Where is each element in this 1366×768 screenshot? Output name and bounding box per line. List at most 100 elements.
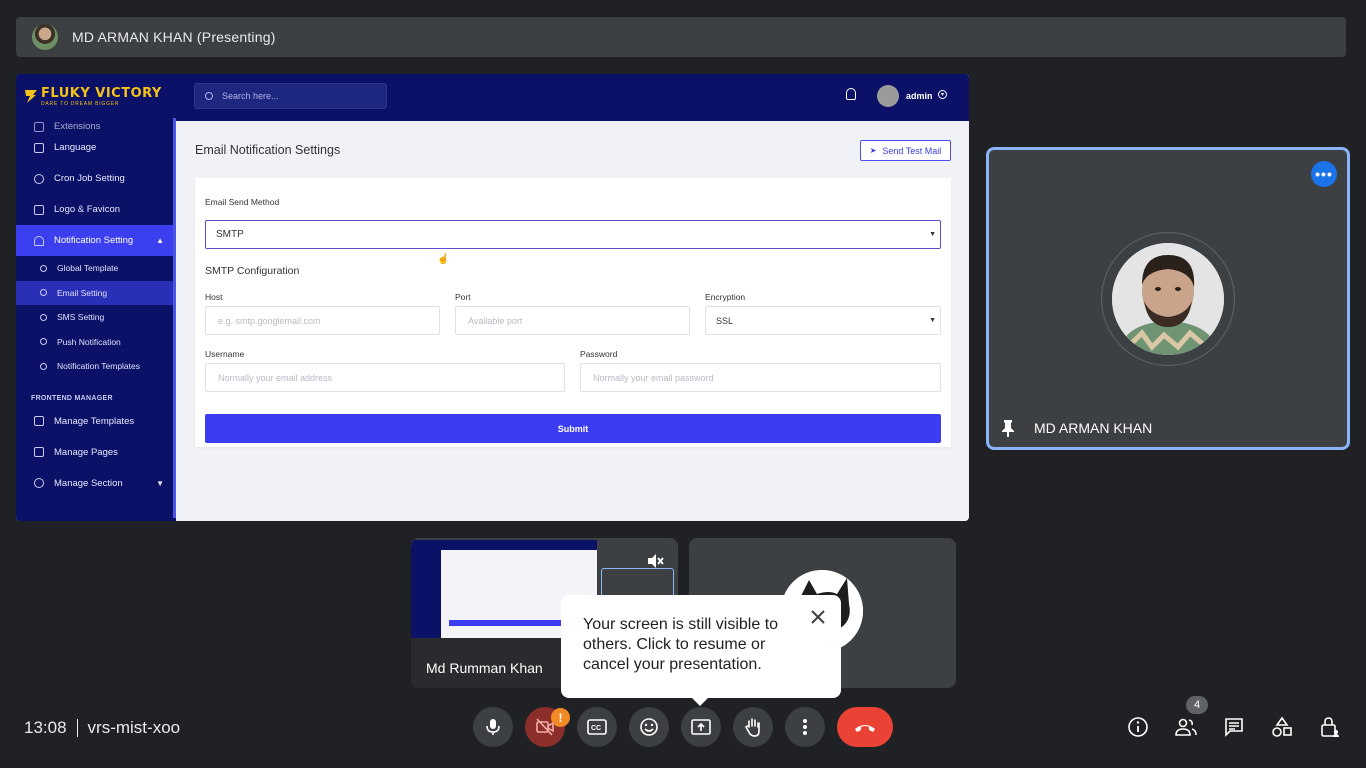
chat-button[interactable]	[1222, 715, 1246, 739]
sidebar-subitem-label: SMS Setting	[57, 312, 105, 323]
info-icon	[1128, 717, 1148, 737]
chevron-down-icon: ▼	[156, 478, 164, 488]
people-button[interactable]	[1174, 715, 1198, 739]
sidebar-item-label: Cron Job Setting	[54, 173, 125, 184]
sidebar-item-label: Notification Setting	[54, 235, 134, 246]
host-label: Host	[205, 292, 223, 302]
host-input[interactable]: e.g. smtp.googlemail.com	[205, 306, 440, 335]
logo-icon	[25, 90, 37, 103]
username-input[interactable]: Normally your email address	[205, 363, 565, 392]
sidebar-subitem-email-setting[interactable]: Email Setting	[16, 280, 176, 305]
chevron-up-icon: ▲	[156, 236, 164, 245]
lock-person-icon	[1321, 717, 1339, 737]
smtp-heading: SMTP Configuration	[205, 265, 300, 277]
bell-icon[interactable]	[846, 88, 856, 100]
avatar[interactable]	[877, 85, 899, 107]
more-options-button[interactable]	[785, 707, 825, 747]
mic-icon	[486, 719, 500, 735]
sidebar-subitem-label: Notification Templates	[57, 361, 140, 372]
password-label: Password	[580, 349, 618, 359]
sidebar-item-manage-section[interactable]: Manage Section ▼	[16, 468, 176, 499]
username-label: Username	[205, 349, 245, 359]
emoji-icon	[640, 718, 658, 736]
presentation-tooltip[interactable]: Your screen is still visible to others. …	[561, 595, 841, 706]
microphone-button[interactable]	[473, 707, 513, 747]
search-placeholder: Search here...	[222, 91, 279, 101]
sidebar-item-label: Manage Section	[54, 477, 123, 489]
input-placeholder: Available port	[468, 315, 523, 326]
search-input[interactable]: Search here...	[194, 83, 387, 109]
present-screen-icon	[691, 719, 711, 735]
shared-screen[interactable]: FLUKY VICTORY DARE TO DREAM BIGGER Exten…	[16, 74, 969, 521]
sidebar-item-label: Language	[54, 142, 97, 153]
participant-count-badge: 4	[1186, 696, 1208, 714]
sidebar-item-label: Manage Pages	[54, 446, 118, 458]
sidebar-item-cron[interactable]: Cron Job Setting	[16, 163, 176, 194]
email-method-select[interactable]: SMTP ▼	[205, 220, 941, 249]
sidebar-item-label: Logo & Favicon	[54, 204, 121, 215]
list-icon	[34, 447, 44, 457]
sidebar-item-label: Extensions	[54, 121, 101, 132]
sidebar-subitem-notification-templates[interactable]: Notification Templates	[16, 354, 176, 379]
language-icon	[34, 142, 44, 153]
logo-tagline: DARE TO DREAM BIGGER	[41, 100, 120, 107]
puzzle-icon	[34, 122, 44, 132]
close-icon[interactable]	[809, 608, 827, 626]
sidebar-item-logo[interactable]: Logo & Favicon	[16, 194, 176, 225]
circle-icon	[40, 362, 47, 370]
thumbnail-topbar	[441, 540, 597, 550]
present-button[interactable]	[681, 707, 721, 747]
sidebar-item-manage-pages[interactable]: Manage Pages	[16, 437, 176, 468]
sidebar-item-extensions[interactable]: Extensions	[16, 118, 176, 132]
hand-icon	[745, 718, 760, 737]
password-input[interactable]: Normally your email password	[580, 363, 941, 392]
circle-icon	[40, 338, 47, 346]
pinned-participant-tile[interactable]: ••• MD ARMAN KHAN	[986, 147, 1350, 450]
activities-button[interactable]	[1270, 715, 1294, 739]
captions-button[interactable]: CC	[577, 707, 617, 747]
admin-topbar: Search here... admin ▾	[176, 74, 969, 121]
sidebar-subitem-sms-setting[interactable]: SMS Setting	[16, 305, 176, 330]
sidebar-item-language[interactable]: Language	[16, 132, 176, 163]
send-test-mail-button[interactable]: ➤ Send Test Mail	[860, 140, 951, 161]
sidebar-section-label: FRONTEND MANAGER	[31, 394, 113, 402]
hand-cursor-icon: ☝	[437, 254, 450, 265]
user-name[interactable]: admin	[906, 91, 933, 101]
logo-brand: FLUKY VICTORY	[41, 85, 162, 101]
more-options-button[interactable]: •••	[1311, 161, 1337, 187]
chat-icon	[1225, 718, 1243, 737]
clock-time: 13:08	[24, 718, 67, 737]
input-placeholder: e.g. smtp.googlemail.com	[218, 315, 321, 326]
presenter-title: MD ARMAN KHAN (Presenting)	[72, 29, 276, 45]
raise-hand-button[interactable]	[733, 707, 773, 747]
sidebar-item-notification[interactable]: Notification Setting ▲	[16, 225, 176, 256]
sidebar-subitem-push-notification[interactable]: Push Notification	[16, 330, 176, 355]
method-label: Email Send Method	[205, 197, 280, 207]
puzzle-icon	[34, 478, 44, 488]
port-input[interactable]: Available port	[455, 306, 690, 335]
closed-captions-icon: CC	[587, 719, 607, 735]
sidebar-scrollbar[interactable]	[173, 118, 176, 518]
reactions-button[interactable]	[629, 707, 669, 747]
presenter-avatar	[32, 24, 58, 50]
bell-icon	[34, 235, 44, 246]
button-label: Send Test Mail	[882, 145, 942, 156]
thumbnail-sidebar	[411, 540, 441, 638]
meeting-details-button[interactable]	[1126, 715, 1150, 739]
submit-button[interactable]: Submit	[205, 414, 941, 443]
participant-name: Md Rumman Khan	[426, 660, 543, 676]
hang-up-icon	[855, 725, 875, 732]
input-placeholder: Normally your email address	[218, 372, 333, 383]
pin-icon[interactable]	[1001, 419, 1015, 437]
shapes-icon	[1272, 716, 1292, 737]
sidebar-item-manage-templates[interactable]: Manage Templates	[16, 406, 176, 437]
chevron-down-icon[interactable]: ▾	[938, 90, 947, 99]
host-controls-button[interactable]	[1318, 715, 1342, 739]
sidebar-subitem-global-template[interactable]: Global Template	[16, 256, 176, 281]
encryption-select[interactable]: SSL ▼	[705, 306, 941, 335]
leave-call-button[interactable]	[837, 707, 893, 747]
circle-icon	[40, 313, 47, 321]
page-title: Email Notification Settings	[195, 143, 341, 157]
port-label: Port	[455, 292, 471, 302]
sidebar-subitem-label: Push Notification	[57, 336, 121, 347]
